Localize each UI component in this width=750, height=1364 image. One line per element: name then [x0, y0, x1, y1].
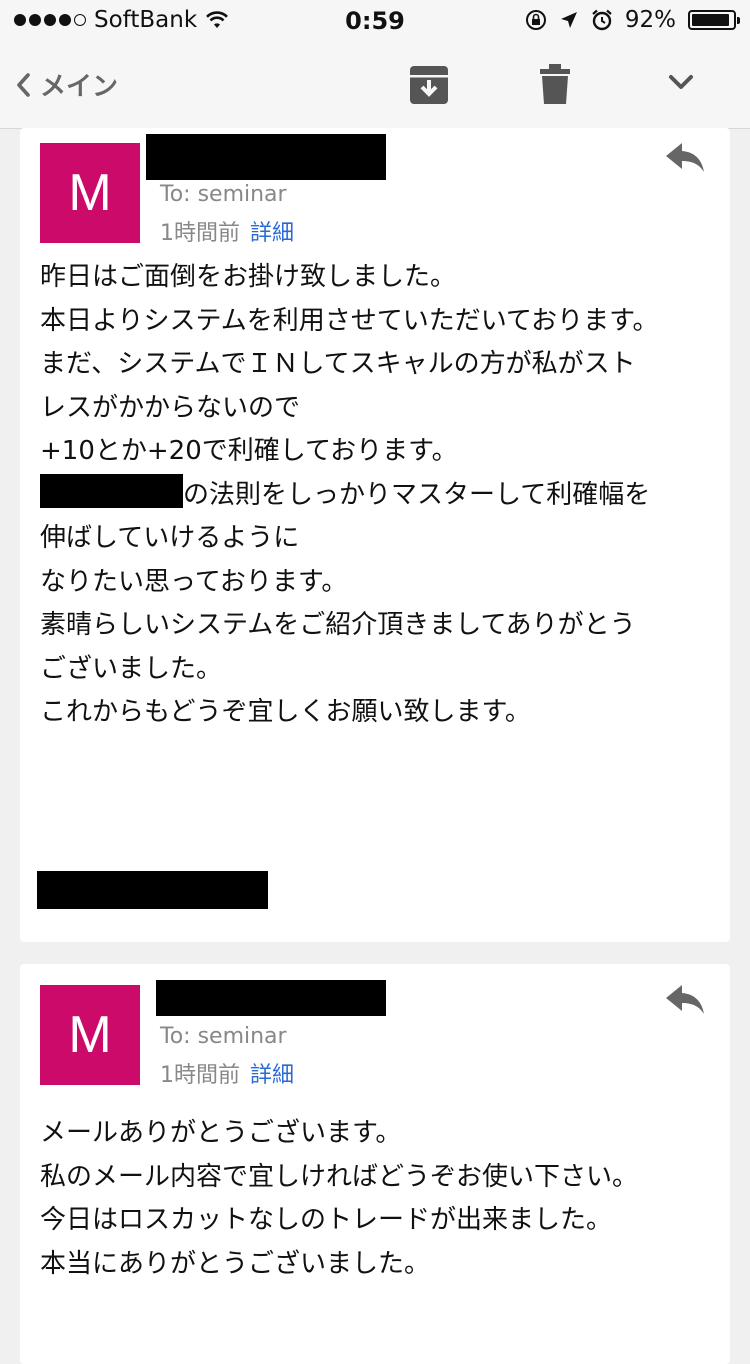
body-line: レスがかからないので	[40, 392, 301, 423]
email-time: 1時間前	[160, 1063, 240, 1088]
reply-icon[interactable]	[666, 985, 706, 1015]
signature-redacted	[37, 871, 268, 909]
body-line: 本日よりシステムを利用させていただいております。	[40, 305, 659, 336]
sender-name-redacted	[156, 980, 386, 1016]
back-button[interactable]: メイン	[14, 66, 118, 103]
alarm-icon	[592, 9, 612, 31]
battery-level	[692, 14, 729, 26]
body-line: 今日はロスカットなしのトレードが出来ました。	[40, 1205, 613, 1235]
body-line: +10とか+20で利確しております。	[40, 436, 458, 466]
battery-percent: 92%	[624, 7, 676, 33]
chevron-left-icon	[17, 72, 30, 97]
redacted-text	[40, 473, 183, 508]
email-meta: 1時間前 詳細	[160, 1057, 294, 1089]
status-bar: SoftBank 0:59 92%	[0, 0, 750, 42]
battery-icon	[688, 10, 740, 30]
body-line: 私のメール内容で宜しければどうぞお使い下さい。	[40, 1161, 639, 1192]
email-meta: 1時間前 詳細	[160, 215, 294, 247]
recipient-line: To: seminar	[160, 182, 287, 207]
body-line: 昨日はご面倒をお掛け致しました。	[40, 262, 457, 292]
rotation-lock-icon	[525, 10, 546, 30]
body-line: まだ、システムでＩＮしてスキャルの方が私がスト	[40, 349, 636, 379]
chevron-down-icon[interactable]	[668, 74, 694, 92]
back-label: メイン	[40, 72, 119, 102]
email-body: 昨日はご面倒をお掛け致しました。 本日よりシステムを利用させていただいております…	[40, 256, 716, 735]
email-card: M To: seminar 1時間前 詳細 メールありがとうございます。 私のメー…	[20, 964, 730, 1364]
status-right: 92%	[525, 7, 740, 33]
body-line-with-redaction: の法則をしっかりマスターして利確幅を	[40, 473, 716, 518]
body-line: ございました。	[40, 653, 223, 684]
email-body: メールありがとうございます。 私のメール内容で宜しければどうぞお使い下さい。 今…	[40, 1112, 716, 1286]
body-line: メールありがとうございます。	[40, 1118, 402, 1148]
archive-icon[interactable]	[410, 66, 448, 104]
email-card: M To: seminar 1時間前 詳細 昨日はご面倒をお掛け致しました。 本日…	[20, 128, 730, 942]
body-line: 本当にありがとうございました。	[40, 1248, 431, 1279]
body-line: なりたい思っております。	[40, 566, 348, 597]
mail-toolbar: メイン	[0, 42, 750, 129]
location-arrow-icon	[560, 12, 577, 28]
sender-name-redacted	[146, 134, 386, 180]
details-link[interactable]: 詳細	[250, 221, 294, 246]
recipient-line: To: seminar	[160, 1024, 287, 1049]
body-line: これからもどうぞ宜しくお願い致します。	[40, 697, 531, 727]
sender-avatar: M	[40, 985, 140, 1085]
sender-avatar: M	[40, 143, 140, 243]
trash-icon[interactable]	[540, 64, 570, 104]
body-line-text: の法則をしっかりマスターして利確幅を	[183, 479, 651, 510]
details-link[interactable]: 詳細	[250, 1063, 294, 1088]
body-line: 素晴らしいシステムをご紹介頂きましてありがとう	[40, 610, 636, 640]
email-time: 1時間前	[160, 221, 240, 246]
body-line: 伸ばしていけるように	[40, 523, 300, 553]
reply-icon[interactable]	[666, 143, 706, 173]
